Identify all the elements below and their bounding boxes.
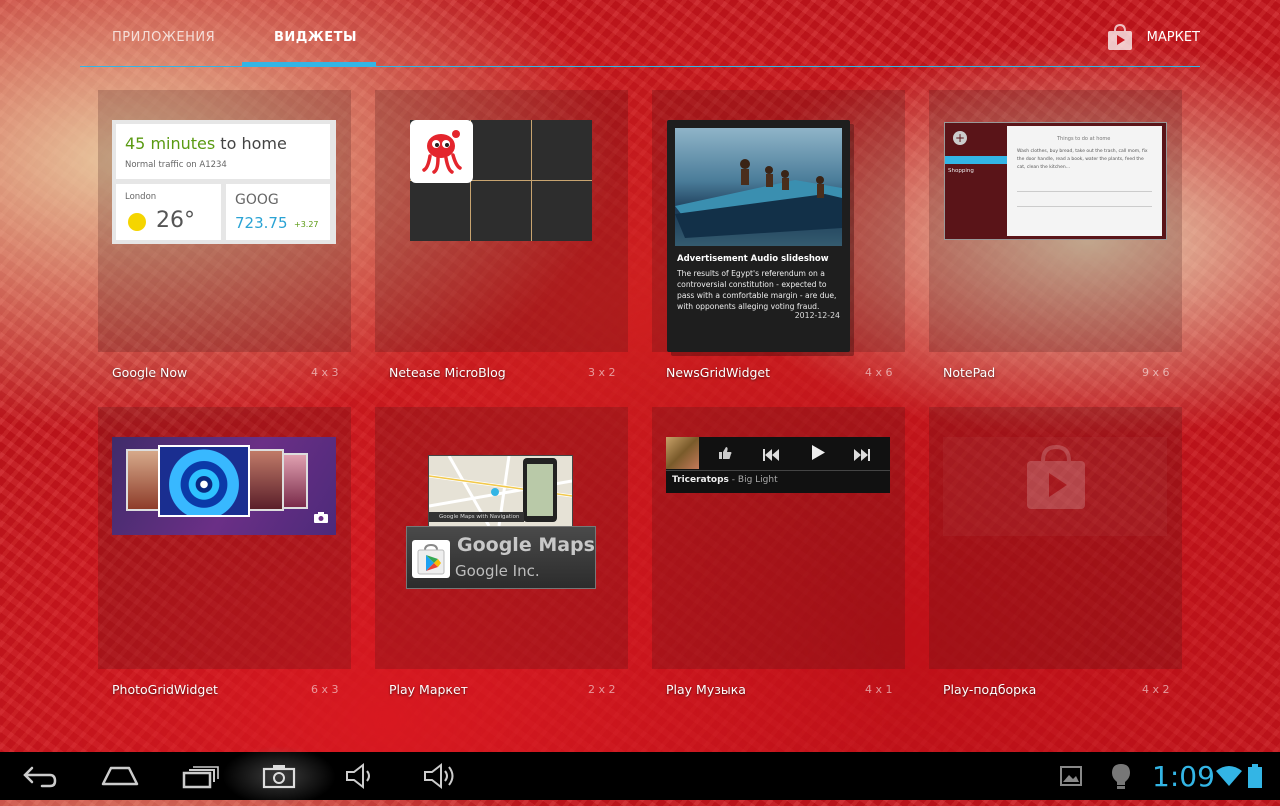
widget-label: Netease MicroBlog — [389, 365, 506, 380]
netease-preview — [410, 120, 592, 241]
widget-label: Play Маркет — [389, 682, 468, 697]
photo-thumb — [126, 449, 162, 511]
stock-change: +3.27 — [294, 220, 319, 229]
tab-selected-indicator — [242, 62, 376, 67]
ruled-line — [1017, 206, 1152, 207]
news-title: Advertisement Audio slideshow — [677, 254, 829, 264]
ruled-line — [1017, 191, 1152, 192]
widget-dims: 4 x 3 — [311, 366, 339, 379]
traffic-card: 45 minutes to home Normal traffic on A12… — [116, 124, 330, 179]
maps-screenshot: Google Maps with Navigation — [428, 455, 573, 527]
notepad-sidebar-item: Shopping — [948, 168, 974, 174]
shopping-bag-icon — [1023, 443, 1089, 517]
sun-icon — [128, 213, 146, 231]
notepad-sheet: Things to do at home Wash clothes, buy b… — [1007, 126, 1162, 236]
traffic-note: Normal traffic on A1234 — [125, 160, 227, 170]
widget-dims: 6 x 3 — [311, 683, 339, 696]
notepad-sheet-title: Things to do at home — [1057, 136, 1111, 142]
photo-thumb — [248, 449, 284, 511]
home-icon[interactable] — [100, 762, 140, 794]
travel-destination: to home — [215, 134, 287, 153]
widget-label: PhotoGridWidget — [112, 682, 218, 697]
tab-widgets[interactable]: ВИДЖЕТЫ — [274, 30, 357, 45]
play-music-preview: Triceratops - Big Light — [666, 437, 890, 493]
wifi-icon — [1216, 765, 1242, 791]
widget-label: Play Музыка — [666, 682, 746, 697]
tab-apps[interactable]: ПРИЛОЖЕНИЯ — [112, 30, 215, 45]
google-now-preview: 45 minutes to home Normal traffic on A12… — [112, 120, 336, 244]
photogrid-preview — [112, 437, 336, 535]
add-note-icon: + — [953, 131, 967, 145]
track-info: Triceratops - Big Light — [672, 475, 778, 485]
news-preview: Advertisement Audio slideshow The result… — [667, 120, 850, 352]
volume-up-icon[interactable] — [422, 762, 458, 794]
track-artist: Big Light — [737, 475, 778, 485]
previous-icon — [763, 446, 781, 465]
news-photo — [675, 128, 842, 246]
widget-label: Play-подборка — [943, 682, 1037, 697]
widget-dims: 9 x 6 — [1142, 366, 1170, 379]
screenshot-icon[interactable] — [262, 762, 296, 794]
stock-ticker: GOOG — [235, 192, 279, 208]
notepad-sheet-text: Wash clothes, buy bread, take out the tr… — [1017, 149, 1148, 170]
widget-dims: 4 x 6 — [865, 366, 893, 379]
volume-down-icon[interactable] — [344, 762, 378, 794]
netease-logo-icon — [410, 120, 473, 183]
news-text: The results of Egypt's referendum on a c… — [677, 269, 837, 311]
back-icon[interactable] — [22, 762, 58, 794]
weather-card: London 26° — [116, 184, 221, 240]
play-app-name: Google Maps — [457, 534, 595, 556]
weather-city: London — [125, 192, 157, 202]
stock-price: 723.75 — [235, 214, 288, 232]
tab-bar: ПРИЛОЖЕНИЯ ВИДЖЕТЫ МАРКЕТ — [80, 0, 1200, 68]
gallery-notification-icon[interactable] — [1060, 766, 1082, 790]
news-date: 2012-12-24 — [794, 311, 840, 320]
battery-icon — [1248, 764, 1262, 792]
track-title: Triceratops — [672, 475, 729, 485]
travel-time: 45 minutes — [125, 134, 216, 153]
notepad-preview: + Shopping Things to do at home Wash clo… — [944, 122, 1167, 240]
shopping-bag-icon — [1107, 23, 1133, 51]
widget-label: Google Now — [112, 365, 188, 380]
play-icon — [812, 445, 825, 464]
play-store-bag-icon — [412, 540, 450, 578]
photo-thumb — [282, 453, 308, 509]
market-label: МАРКЕТ — [1146, 29, 1200, 45]
widget-dims: 4 x 2 — [1142, 683, 1170, 696]
widget-dims: 2 x 2 — [588, 683, 616, 696]
weather-temperature: 26° — [156, 208, 195, 233]
play-app-developer: Google Inc. — [455, 562, 540, 580]
thumbs-up-icon — [718, 445, 732, 464]
selected-note-indicator — [945, 156, 1007, 164]
next-icon — [854, 446, 872, 465]
divider — [666, 470, 890, 471]
play-picks-preview — [943, 437, 1167, 536]
widget-dims: 3 x 2 — [588, 366, 616, 379]
stock-card: GOOG 723.75 +3.27 — [226, 184, 330, 240]
photo-featured — [158, 445, 250, 517]
widget-label: NewsGridWidget — [666, 365, 771, 380]
lightbulb-icon[interactable] — [1110, 763, 1132, 795]
widget-dims: 4 x 1 — [865, 683, 893, 696]
market-button[interactable]: МАРКЕТ — [1107, 22, 1200, 52]
maps-screenshot-caption: Google Maps with Navigation — [439, 514, 520, 520]
status-clock: 1:09 — [1152, 760, 1215, 793]
track-separator: - — [728, 475, 738, 485]
album-art — [666, 437, 699, 469]
widget-label: NotePad — [943, 365, 996, 380]
play-market-card: Google Maps Google Inc. — [406, 526, 596, 589]
camera-icon — [314, 508, 328, 527]
recent-apps-icon[interactable] — [182, 762, 220, 794]
system-navigation-bar — [0, 746, 1280, 806]
